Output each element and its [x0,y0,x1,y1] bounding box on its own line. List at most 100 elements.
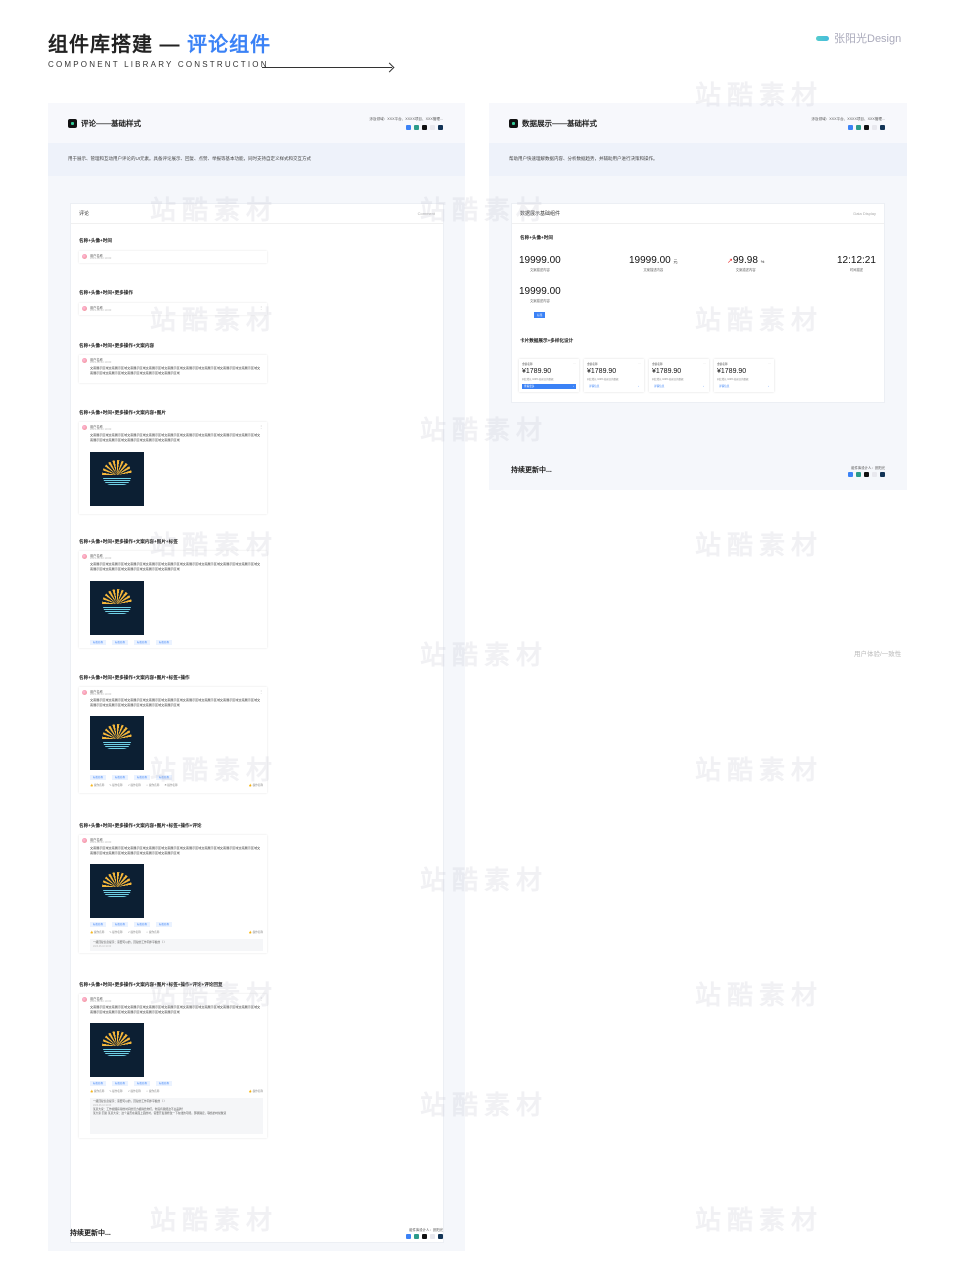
comment-time: 2023-06-10 10:00 [90,557,112,560]
stat-desc: 同比增长 100% 较前日的数据 [652,378,684,381]
avatar[interactable] [82,690,87,695]
section-label: 名称+头像+时间+更多操作 [79,290,133,295]
comment-action[interactable]: ✎ 操作名称 [109,1090,122,1093]
avatar[interactable] [82,306,87,311]
tool-icon [856,472,861,477]
right-action[interactable]: 👍 操作名称 [249,1090,263,1093]
avatar[interactable] [82,254,87,259]
share-action[interactable]: ↗ 操作名称 [128,1090,141,1093]
more-icon[interactable]: ⋮ [259,306,263,310]
tag[interactable]: 标签名称 [90,640,107,645]
kpi-label: 文案描述内容 [735,268,756,272]
comment-body: 文案展示区域文案展示区域文案展示区域文案展示区域文案展示区域文案展示区域文案展示… [90,562,261,571]
tag[interactable]: 标签名称 [156,640,173,645]
section-label: 名称+头像+时间+更多操作+文案内容 [79,343,155,348]
avatar[interactable] [82,425,87,430]
tag[interactable]: 标签名称 [90,922,107,927]
tag[interactable]: 标签名称 [134,775,151,780]
kpi-unit: 元 [673,259,678,264]
tag[interactable]: 标签名称 [134,922,151,927]
right-action[interactable]: 👍 操作名称 [249,784,263,787]
tool-badges [406,1234,443,1239]
collect-action[interactable]: ☆ 操作名称 [146,784,159,787]
stat-footer[interactable]: 详情信息 › [717,384,771,389]
tag[interactable]: 标签名称 [134,1081,151,1086]
reply-text: 某大家 回复 某某大家：这个是否在版面上面的时，需要开发我修改一下在线的可能。那… [93,1112,227,1115]
ai-icon [438,125,443,130]
tag[interactable]: 标签名称 [156,775,173,780]
comment-action[interactable]: ✎ 操作名称 [109,931,122,934]
stat-value: ¥1789.90 [717,368,747,375]
panel-title: 数据展示——基础样式 [509,118,597,129]
figma-icon [864,472,869,477]
tag[interactable]: 标签名称 [134,640,151,645]
more-icon[interactable]: ··· [768,361,771,365]
avatar[interactable] [82,838,87,843]
footer-meta: 组件库设计人：张阳光 [851,466,885,470]
more-icon[interactable]: ⋮ [259,690,263,694]
stat-card[interactable]: 金额名称 ··· ¥1789.90 同比增长 100% 较前日的数据 详情信息 › [714,359,774,392]
stat-footer[interactable]: 详情信息 › [652,384,706,389]
card-header: 评论 Comment [71,204,443,224]
more-icon[interactable]: ··· [703,361,706,365]
stat-card[interactable]: 金额名称 ··· ¥1789.90 同比增长 100% 较前日的数据 查看更多 › [519,359,579,392]
avatar[interactable] [82,554,87,559]
like-action[interactable]: 👍 操作名称 [90,784,104,787]
collect-action[interactable]: ☆ 操作名称 [146,931,159,934]
comment-image[interactable] [90,716,144,770]
avatar[interactable] [82,997,87,1002]
brand-logo-icon [816,35,829,41]
comment-image[interactable] [90,581,144,635]
kpi-tag-button[interactable]: 标签 [534,312,546,318]
right-action[interactable]: 👍 操作名称 [249,931,263,934]
watermark: 站酷素材 [695,530,824,560]
tag[interactable]: 标签名称 [156,922,173,927]
share-action[interactable]: ↗ 操作名称 [128,784,141,787]
more-icon[interactable]: ⋮ [259,997,263,1001]
action-label: 操作名称 [148,931,160,934]
comment-image[interactable] [90,864,144,918]
comment-image[interactable] [90,1023,144,1077]
card-title-en: Data Display [853,211,876,216]
brand-name: 张阳光Design [834,33,902,45]
card-title: 评论 [79,211,90,217]
like-action[interactable]: 👍 操作名称 [90,1090,104,1093]
more-icon[interactable]: ⋮ [259,425,263,429]
stat-footer[interactable]: 查看更多 › [522,384,576,389]
collect-action[interactable]: ☆ 操作名称 [146,1090,159,1093]
stat-footer[interactable]: 详情信息 › [587,384,641,389]
tag[interactable]: 标签名称 [90,1081,107,1086]
kpi-value: 19999.00 [519,286,561,297]
tag[interactable]: 标签名称 [112,640,129,645]
avatar[interactable] [82,358,87,363]
action-bar: 👍 操作名称 ✎ 操作名称 ↗ 操作名称 ☆ 操作名称 ⚑ 操作名称 👍 操作名称 [90,784,263,787]
section-label: 名称+头像+时间+更多操作+文案内容+图片+标签+操作+评论+评论回复 [79,982,223,987]
stat-card[interactable]: 金额名称 ··· ¥1789.90 同比增长 100% 较前日的数据 详情信息 › [649,359,709,392]
kpi-item: 19999.00 文案描述内容 [519,255,561,272]
stat-value: ¥1789.90 [587,368,617,375]
kpi-label: 文案描述内容 [529,299,550,303]
reply-box: 一级回复信息提示：需要可以的，回复的工作同步平板的（ ） 2023-06-10 1… [90,939,263,951]
more-icon[interactable]: ··· [638,361,641,365]
comment-image[interactable] [90,452,144,506]
section-label: 名称+头像+时间+更多操作+文案内容+图片+标签+操作+评论 [79,823,202,828]
kpi-label: 文案描述内容 [643,268,664,272]
report-action[interactable]: ⚑ 操作名称 [164,784,177,787]
comment-panel: 评论——基础样式 涉及领域：XXX平台、XXXX项目、XXX管理... 用于展示… [48,103,465,1251]
sketch-icon [872,125,877,130]
tag-list: 标签名称 标签名称 标签名称 标签名称 [90,775,173,780]
chevron-right-icon: › [573,385,574,388]
tag[interactable]: 标签名称 [112,1081,129,1086]
comment-action[interactable]: ✎ 操作名称 [109,784,122,787]
action-label: 操作名称 [148,1090,160,1093]
stat-card[interactable]: 金额名称 ··· ¥1789.90 同比增长 100% 较前日的数据 详情信息 › [584,359,644,392]
tag[interactable]: 标签名称 [156,1081,173,1086]
share-action[interactable]: ↗ 操作名称 [128,931,141,934]
stat-footer-label: 查看更多 [524,385,535,388]
like-action[interactable]: 👍 操作名称 [90,931,104,934]
data-card: 数据展示基础组件 Data Display 名称+头像+时间 19999.00 文案… [511,203,885,403]
tag[interactable]: 标签名称 [112,922,129,927]
tag[interactable]: 标签名称 [90,775,107,780]
more-icon[interactable]: ··· [573,361,576,365]
tag[interactable]: 标签名称 [112,775,129,780]
